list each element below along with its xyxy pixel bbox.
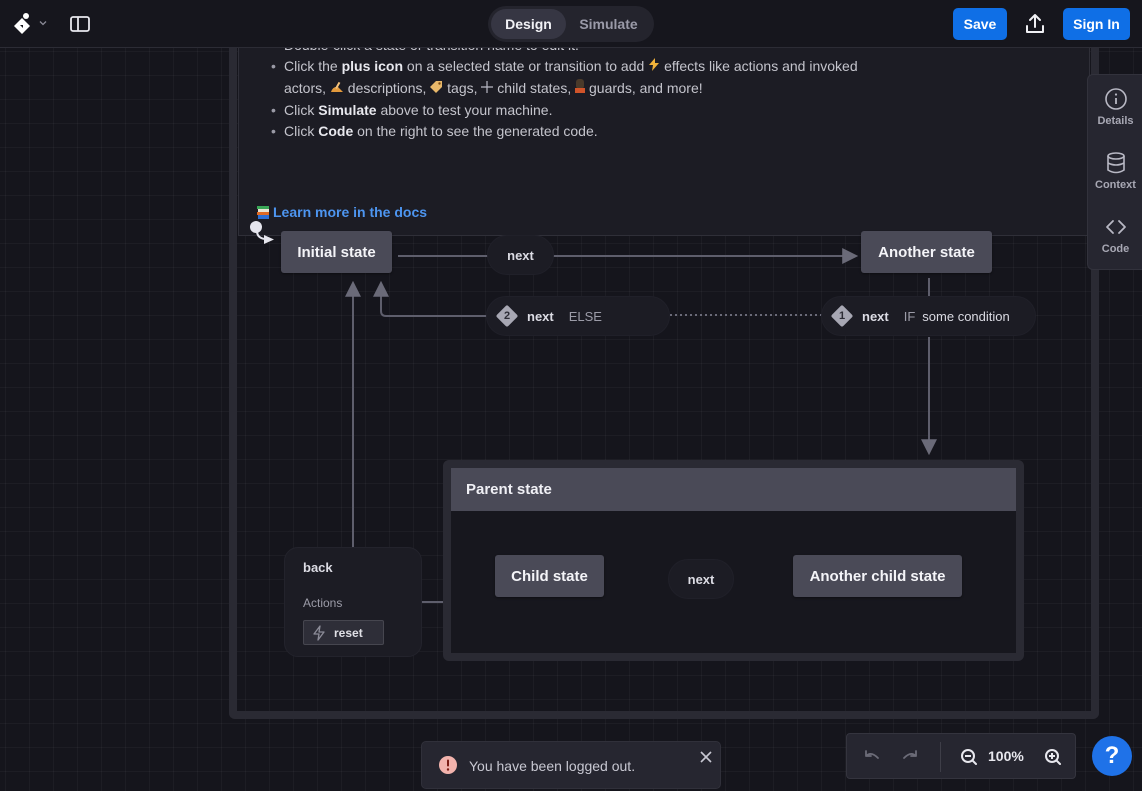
tag-icon: [430, 79, 443, 100]
transition-event-label: next: [527, 308, 554, 324]
tab-design[interactable]: Design: [491, 9, 566, 39]
transition-order-badge: 2: [495, 304, 519, 328]
rail-code[interactable]: Code: [1088, 203, 1142, 263]
transition-guarded-if[interactable]: 1 next IF some condition: [821, 296, 1036, 336]
bullet: •: [271, 48, 276, 56]
initial-state-marker-icon: [250, 221, 274, 244]
instruction-text: Click the: [284, 58, 342, 74]
writing-hand-icon: [330, 79, 344, 100]
transition-guarded-else[interactable]: 2 next ELSE: [486, 296, 670, 336]
emphasis-text: Code: [318, 123, 354, 139]
welcome-instructions: • Double-click a state or transition name…: [271, 48, 858, 142]
canvas-controls: 100%: [846, 733, 1076, 779]
bullet: •: [271, 123, 276, 139]
actions-label: Actions: [303, 596, 343, 610]
instruction-text: above to test your machine.: [376, 102, 553, 118]
bullet: •: [271, 102, 276, 118]
sign-in-button[interactable]: Sign In: [1063, 8, 1130, 40]
state-initial[interactable]: Initial state: [281, 231, 392, 273]
instruction-text: tags,: [443, 80, 482, 96]
share-upload-icon[interactable]: [1024, 12, 1046, 36]
transition-event-label: next: [687, 571, 715, 587]
redo-icon[interactable]: [901, 747, 921, 767]
welcome-instruction: • Click Simulate above to test your machi…: [271, 100, 858, 121]
rail-code-label: Code: [1101, 243, 1130, 255]
instruction-text: Click: [284, 102, 319, 118]
books-icon: [257, 205, 269, 219]
save-button[interactable]: Save: [953, 8, 1007, 40]
instruction-text: effects like actions and invoked: [660, 58, 858, 74]
state-child[interactable]: Child state: [495, 555, 604, 597]
docs-link[interactable]: Learn more in the docs: [257, 204, 427, 220]
instruction-text: Click: [284, 123, 319, 139]
state-another-child[interactable]: Another child state: [793, 555, 962, 597]
action-label: reset: [334, 625, 363, 640]
transition-initial-next[interactable]: next: [487, 235, 554, 275]
guard-keyword: IF: [903, 308, 916, 324]
top-bar: Design Simulate Save Sign In: [0, 0, 1142, 48]
guard-keyword: ELSE: [568, 308, 602, 324]
state-another[interactable]: Another state: [861, 231, 992, 273]
transition-order-badge: 1: [830, 304, 854, 328]
chevron-down-icon[interactable]: [38, 18, 48, 28]
plus-icon: [481, 79, 494, 100]
sidebar-toggle-icon[interactable]: [69, 14, 91, 34]
logout-toast: You have been logged out.: [421, 741, 721, 789]
transition-event-label: back: [303, 560, 333, 575]
guard-condition: some condition: [922, 308, 1010, 324]
lightning-icon: [648, 57, 660, 78]
instruction-text: on a selected state or transition to add: [403, 58, 649, 74]
tab-simulate[interactable]: Simulate: [566, 9, 651, 39]
undo-icon[interactable]: [861, 747, 881, 767]
divider: [940, 742, 941, 772]
emphasis-text: plus icon: [341, 58, 404, 74]
stately-logo-icon[interactable]: [12, 12, 36, 36]
welcome-panel: • Double-click a state or transition name…: [238, 48, 1090, 236]
transition-event-label: next: [507, 247, 534, 263]
rail-context[interactable]: Context: [1088, 139, 1142, 199]
close-icon[interactable]: [699, 750, 713, 764]
database-icon: [1106, 152, 1125, 174]
welcome-instruction: • Double-click a state or transition name…: [271, 48, 858, 56]
rail-details-label: Details: [1097, 115, 1134, 127]
instruction-text: Double-click a state or transition name …: [284, 48, 579, 53]
instruction-text: child states,: [493, 80, 576, 96]
info-icon: [1104, 88, 1127, 110]
transition-back[interactable]: back Actions reset: [284, 547, 422, 657]
code-icon: [1105, 220, 1126, 234]
parent-state-header[interactable]: Parent state: [451, 468, 1016, 511]
rail-context-label: Context: [1095, 179, 1136, 191]
bullet: •: [271, 58, 276, 74]
help-button[interactable]: ?: [1092, 736, 1132, 776]
mode-switch: Design Simulate: [488, 6, 654, 42]
instruction-text: guards, and more!: [585, 80, 703, 96]
welcome-instruction: • Click Code on the right to see the gene…: [271, 121, 858, 142]
action-reset[interactable]: reset: [303, 620, 384, 645]
alert-icon: [439, 756, 457, 774]
guard-icon: [575, 79, 586, 100]
welcome-instruction: • Click the plus icon on a selected state…: [271, 56, 858, 78]
zoom-level: 100%: [988, 748, 1024, 764]
emphasis-text: Simulate: [318, 102, 377, 118]
transition-event-label: next: [862, 308, 889, 324]
welcome-instruction: actors, descriptions, tags, child states…: [284, 78, 858, 100]
toast-message: You have been logged out.: [469, 758, 636, 774]
instruction-text: on the right to see the generated code.: [353, 123, 598, 139]
instruction-text: descriptions,: [343, 80, 431, 96]
transition-child-next[interactable]: next: [668, 559, 734, 599]
docs-link-label[interactable]: Learn more in the docs: [273, 204, 427, 220]
machine-canvas[interactable]: • Double-click a state or transition name…: [0, 48, 1142, 791]
zoom-in-icon[interactable]: [1043, 747, 1063, 767]
rail-details[interactable]: Details: [1088, 75, 1142, 135]
lightning-icon: [313, 624, 325, 641]
zoom-out-icon[interactable]: [959, 747, 979, 767]
right-panel-rail: Details Context Code: [1087, 74, 1142, 270]
instruction-text: actors,: [284, 80, 330, 96]
